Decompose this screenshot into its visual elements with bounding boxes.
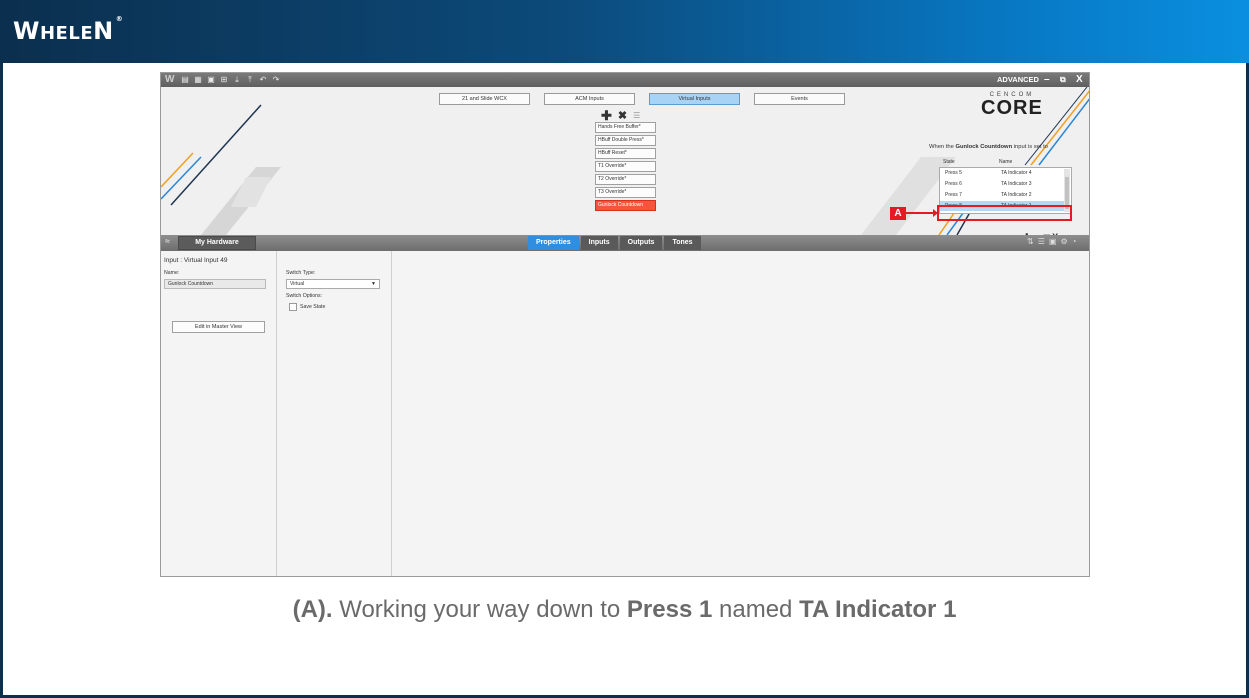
my-hardware-button[interactable]: My Hardware [178,236,256,250]
mapping-row[interactable]: Press 5 TA Indicator 4 [940,168,1065,178]
save-state-checkbox[interactable] [289,303,297,311]
delete-icon[interactable]: ✖ [618,110,627,122]
tab-properties[interactable]: Properties [528,236,579,250]
top-tabs: 21 and Slide WCX ACM Inputs Virtual Inpu… [439,93,845,105]
cencom-core-logo: CENCOM CORE [981,92,1043,119]
name-field[interactable]: Gunlock Countdown [164,279,266,289]
virtual-input-item[interactable]: T2 Override* [595,174,656,185]
input-title: Input : Virtual Input 49 [164,257,228,264]
properties-panel: Input : Virtual Input 49 Name: Gunlock C… [161,251,1089,576]
add-icon[interactable]: ✚ [601,109,612,122]
column-divider [276,251,277,576]
tab-acm-inputs[interactable]: ACM Inputs [544,93,635,105]
mode-label: ADVANCED [997,75,1039,84]
restore-icon[interactable]: ⧉ [1060,73,1066,87]
virtual-input-list: Hands Free Buffer* HBuff Double Press* H… [595,122,656,211]
name-column-header: Name [999,159,1013,165]
property-tabs: Properties Inputs Outputs Tones [528,236,701,250]
virtual-input-item[interactable]: Hands Free Buffer* [595,122,656,133]
open-folder-icon[interactable]: ▦ [194,75,202,84]
virtual-input-item[interactable]: HBuff Double Press* [595,135,656,146]
tab-outputs[interactable]: Outputs [619,236,663,250]
switch-options-label: Switch Options: [286,293,323,299]
chevron-down-icon: ▼ [371,281,376,287]
mapping-row[interactable]: Press 6 TA Indicator 3 [940,179,1065,189]
switch-type-label: Switch Type: [286,270,316,276]
state-column-header: State [943,159,955,165]
monitor-icon[interactable]: ▣ [1049,237,1057,246]
whelen-logo: WHELEN ® [13,15,124,45]
upload-icon[interactable]: ⤒ [246,75,254,84]
list-view-icon[interactable]: ☰ [633,110,640,122]
virtual-input-item-selected[interactable]: Gunlock Countdown [595,200,656,211]
callout-highlight-box [937,205,1072,221]
callout-arrow [906,209,938,217]
download-icon[interactable]: ⤓ [233,75,241,84]
name-label: Name: [164,270,180,276]
virtual-input-item[interactable]: HBuff Reset* [595,148,656,159]
tab-events[interactable]: Events [754,93,845,105]
mapping-description: When the Gunlock Countdown input is set … [929,144,1048,150]
virtual-input-item[interactable]: T1 Override* [595,161,656,172]
edit-in-master-view-button[interactable]: Edit in Master View [172,321,265,333]
panel-bar: ≈ My Hardware Properties Inputs Outputs … [161,235,1089,251]
tab-virtual-inputs[interactable]: Virtual Inputs [649,93,740,105]
save-icon[interactable]: ▣ [207,75,215,84]
list-tools: ✚ ✖ ☰ [601,109,640,122]
save-state-label: Save State [300,304,326,310]
undo-icon[interactable]: ↶ [259,75,267,84]
close-icon[interactable]: X [1076,73,1083,87]
redo-icon[interactable]: ↷ [272,75,280,84]
list-icon[interactable]: ☰ [1038,237,1045,246]
switch-type-select[interactable]: Virtual ▼ [286,279,380,289]
tab-21-and-slide-wcx[interactable]: 21 and Slide WCX [439,93,530,105]
settings-icon[interactable]: ⚙ [1060,237,1067,246]
column-divider [391,251,392,576]
tab-tones[interactable]: Tones [664,236,701,250]
top-panel: 21 and Slide WCX ACM Inputs Virtual Inpu… [161,87,1089,242]
slide-header: WHELEN ® [0,0,1249,63]
title-bar: W ▤ ▦ ▣ ⊞ ⤓ ⤒ ↶ ↷ ADVANCED – ⧉ X [161,73,1089,87]
network-icon[interactable]: ⊞ [220,75,228,84]
mapping-row[interactable]: Press 7 TA Indicator 2 [940,190,1065,200]
app-logo-icon: W [165,74,175,85]
minimize-icon[interactable]: – [1044,73,1050,87]
collapse-icon[interactable]: ≈ [165,236,170,246]
quick-toolbar: ▤ ▦ ▣ ⊞ ⤓ ⤒ ↶ ↷ [181,75,280,84]
panel-bar-icons: ⇅ ☰ ▣ ⚙ ◔ [1027,237,1076,246]
virtual-input-item[interactable]: T3 Override* [595,187,656,198]
new-file-icon[interactable]: ▤ [181,75,189,84]
callout-label: A [890,207,906,220]
sort-icon[interactable]: ⇅ [1027,237,1034,246]
slide-caption: (A). Working your way down to Press 1 na… [292,596,957,623]
power-icon[interactable]: ◔ [1072,237,1077,246]
app-screenshot: W ▤ ▦ ▣ ⊞ ⤓ ⤒ ↶ ↷ ADVANCED – ⧉ X 21 and … [160,72,1090,577]
tab-inputs[interactable]: Inputs [580,236,618,250]
